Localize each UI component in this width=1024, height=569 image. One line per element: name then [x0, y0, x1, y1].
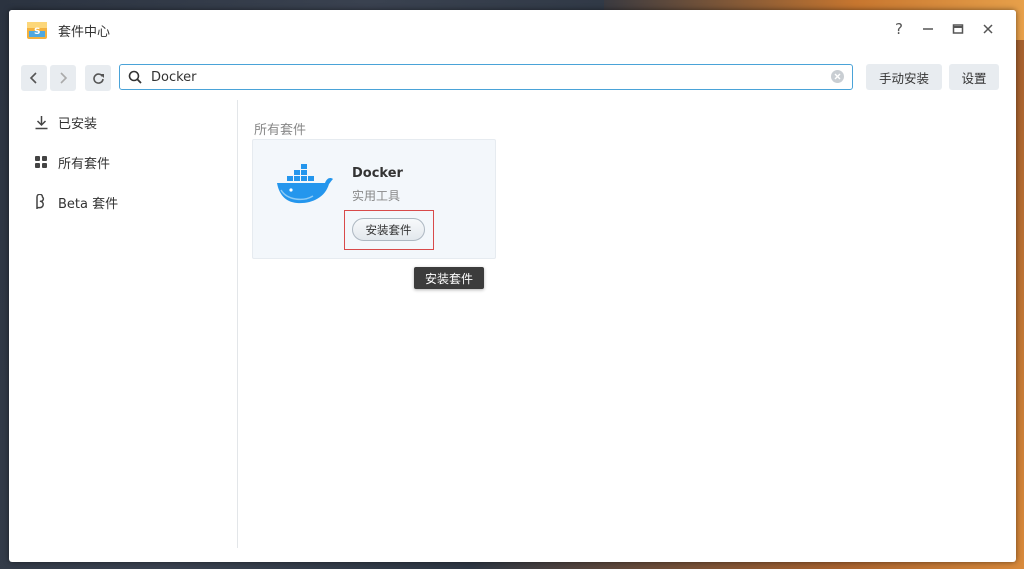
settings-button[interactable]: 设置	[949, 64, 999, 90]
package-card-docker[interactable]: Docker 实用工具 安装套件	[252, 139, 496, 259]
clear-search-icon[interactable]	[831, 70, 844, 83]
sidebar-item-label: 已安装	[58, 116, 98, 132]
sidebar-item-beta[interactable]: Beta 套件	[33, 191, 118, 213]
back-button[interactable]	[21, 65, 47, 91]
sidebar-item-all-packages[interactable]: 所有套件	[33, 151, 110, 173]
refresh-icon	[92, 72, 104, 84]
minimize-button[interactable]	[916, 18, 940, 40]
maximize-button[interactable]	[946, 18, 970, 40]
refresh-button[interactable]	[85, 65, 111, 91]
package-category: 实用工具	[352, 189, 401, 203]
help-button[interactable]: ?	[887, 18, 911, 40]
download-icon	[33, 114, 49, 130]
grid-icon	[33, 154, 49, 170]
docker-whale-icon	[277, 164, 333, 204]
search-icon	[128, 70, 142, 84]
search-box[interactable]	[119, 64, 853, 90]
install-tooltip: 安装套件	[414, 267, 484, 289]
sidebar-item-label: Beta 套件	[58, 196, 119, 212]
title-bar: S 套件中心 ?	[9, 10, 1016, 48]
manual-install-button[interactable]: 手动安装	[866, 64, 942, 90]
package-center-window: S 套件中心 ? 手动安装 设置	[9, 10, 1016, 562]
svg-text:S: S	[34, 27, 40, 37]
beta-icon	[33, 194, 49, 210]
search-input[interactable]	[151, 68, 811, 86]
maximize-icon	[952, 24, 964, 34]
close-icon	[983, 24, 993, 34]
sidebar: 已安装 所有套件 Beta 套件	[9, 100, 238, 548]
chevron-left-icon	[29, 72, 37, 84]
forward-button[interactable]	[50, 65, 76, 91]
minimize-icon	[923, 28, 933, 30]
package-name: Docker	[352, 166, 403, 181]
window-title: 套件中心	[58, 25, 111, 40]
sidebar-item-installed[interactable]: 已安装	[33, 111, 97, 133]
install-package-button[interactable]: 安装套件	[352, 218, 425, 241]
package-center-app-icon: S	[27, 22, 47, 39]
chevron-right-icon	[60, 72, 68, 84]
section-title: 所有套件	[254, 123, 307, 138]
sidebar-item-label: 所有套件	[58, 156, 111, 172]
main-content: 所有套件 Docker 实用工具 安装套件 安装套件	[238, 100, 1016, 562]
toolbar: 手动安装 设置	[9, 58, 1016, 98]
close-button[interactable]	[976, 18, 1000, 40]
